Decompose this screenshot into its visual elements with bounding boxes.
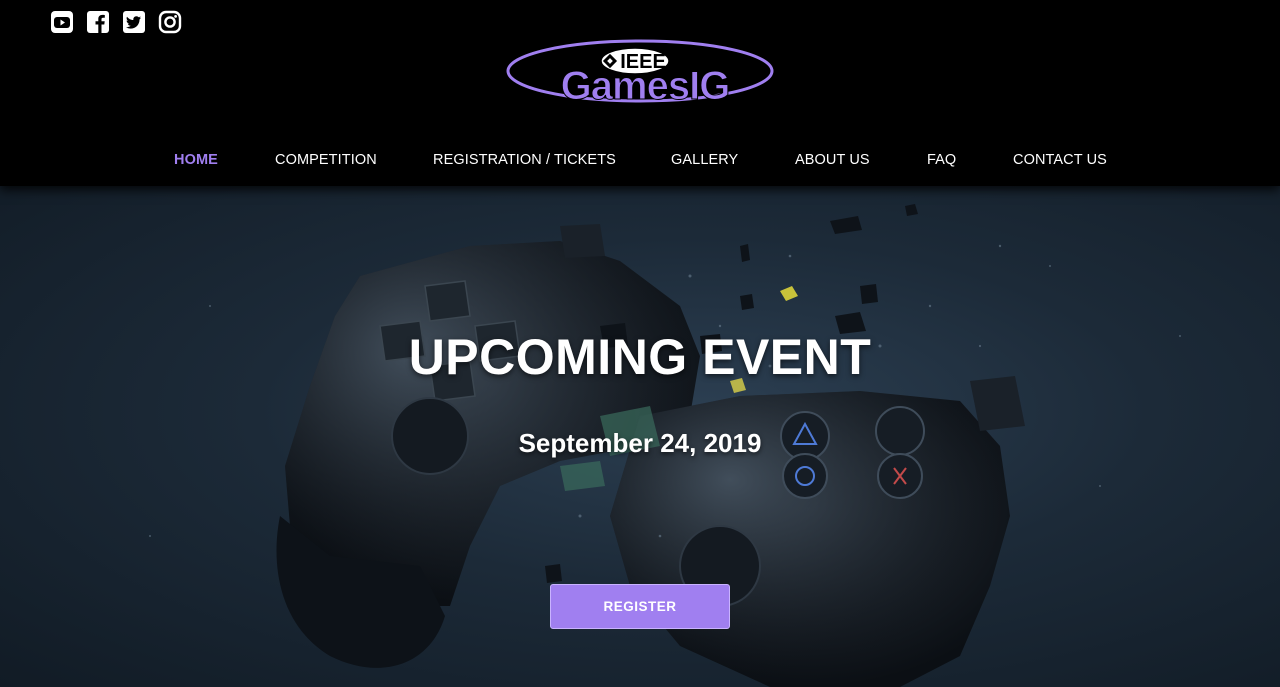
- gamesig-logo[interactable]: IEEE GamesIG: [505, 36, 775, 106]
- hero-banner: UPCOMING EVENT September 24, 2019 REGIST…: [0, 186, 1280, 687]
- nav-item-about-us[interactable]: ABOUT US: [795, 146, 870, 174]
- facebook-icon: [87, 11, 109, 33]
- nav-item-registration-tickets[interactable]: REGISTRATION / TICKETS: [433, 146, 616, 174]
- hero-title: UPCOMING EVENT: [408, 329, 872, 385]
- youtube-icon: [51, 11, 73, 33]
- facebook-link[interactable]: [86, 10, 110, 34]
- youtube-link[interactable]: [50, 10, 74, 34]
- nav-item-home[interactable]: HOME: [174, 146, 218, 174]
- register-button[interactable]: REGISTER: [550, 584, 730, 629]
- nav-item-gallery[interactable]: GALLERY: [671, 146, 738, 174]
- instagram-link[interactable]: [158, 10, 182, 34]
- nav-item-competition[interactable]: COMPETITION: [275, 146, 377, 174]
- site-header: IEEE GamesIG HOME COMPETITION REGISTRATI…: [0, 0, 1280, 186]
- page: IEEE GamesIG HOME COMPETITION REGISTRATI…: [0, 0, 1280, 687]
- twitter-icon: [123, 11, 145, 33]
- hero-event-date: September 24, 2019: [518, 428, 762, 458]
- logo-main-text: GamesIG: [561, 64, 730, 106]
- nav-item-faq[interactable]: FAQ: [927, 146, 956, 174]
- twitter-link[interactable]: [122, 10, 146, 34]
- social-links: [50, 10, 182, 34]
- main-nav: HOME COMPETITION REGISTRATION / TICKETS …: [0, 146, 1280, 174]
- nav-item-contact-us[interactable]: CONTACT US: [1013, 146, 1107, 174]
- instagram-icon: [158, 10, 182, 34]
